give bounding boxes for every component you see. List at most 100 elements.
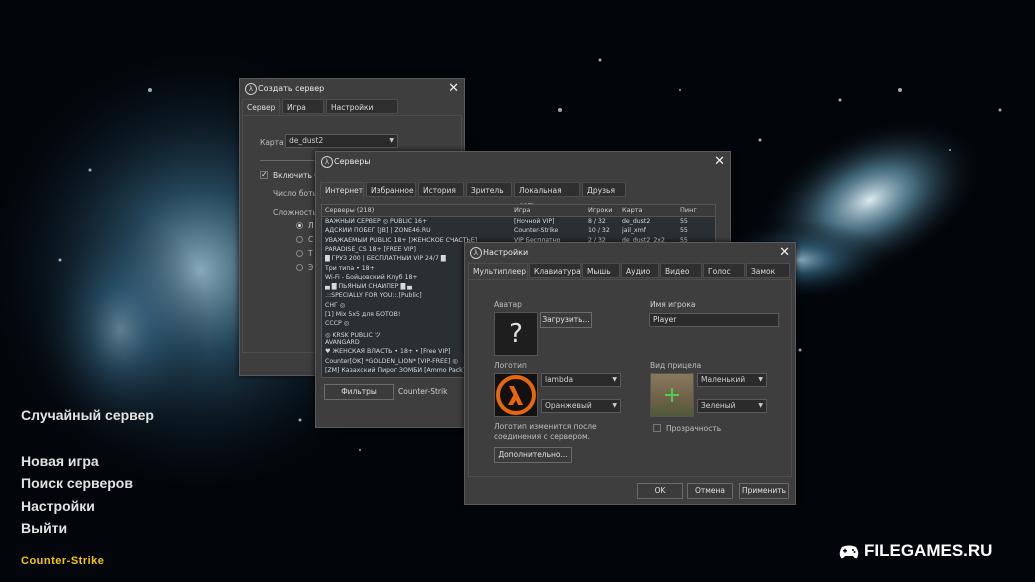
server-row[interactable]: ВАЖНЫЙ СЕРВЕР ◎ PUBLIC 16+ [Ночной VIP] 8 … [322,218,715,227]
menu-settings[interactable]: Настройки [21,498,95,514]
servers-titlebar[interactable]: λ Серверы ✕ [316,152,730,172]
settings-titlebar[interactable]: λ Настройки ✕ [465,243,795,263]
chevron-down-icon: ▼ [612,376,617,383]
difficulty-radio-expert[interactable] [296,264,303,271]
logo-color-value: Оранжевый [545,401,592,410]
col-game[interactable]: Игра [514,206,530,214]
settings-title: Настройки [483,248,529,257]
bot-count-label: Число боты [273,189,319,198]
map-label: Карта [260,138,284,147]
server-cell-name: АДСКИЙ ПОБЕГ [JB] | ZONE46.RU [325,227,431,235]
menu-new-game[interactable]: Новая игра [21,453,99,469]
difficulty-radio-normal[interactable] [296,236,303,243]
menu-find-servers[interactable]: Поиск серверов [21,475,133,491]
chevron-down-icon: ▼ [758,376,763,383]
server-cell-ping: 55 [680,227,688,235]
server-cell-players: 8 / 32 [588,218,606,225]
tab-lock[interactable]: Замок [746,263,790,278]
col-ping[interactable]: Пинг [680,206,697,214]
difficulty-radio-easy[interactable] [296,222,303,229]
crosshair-color-select[interactable]: Зеленый ▼ [697,399,767,413]
col-map[interactable]: Карта [622,206,643,214]
server-cell-players: 10 / 32 [588,227,610,235]
steam-logo-icon: λ [321,156,333,168]
logo-note: Логотип изменится после соединения с сер… [494,422,597,441]
server-cell-map: jail_xmf [622,227,646,235]
difficulty-option-expert: Э [308,263,314,272]
divider [260,160,320,161]
settings-window: λ Настройки ✕ Мультиплеер Клавиатура Мыш… [464,242,796,505]
difficulty-option-easy: Л [308,221,314,230]
tab-audio[interactable]: Аудио [621,263,659,278]
tab-multiplayer[interactable]: Мультиплеер [468,263,528,280]
tab-game[interactable]: Игра [282,99,324,114]
steam-logo-icon: λ [245,83,257,95]
difficulty-option-normal: С [308,235,314,244]
tab-video[interactable]: Видео [660,263,702,278]
menu-random-server[interactable]: Случайный сервер [21,407,154,423]
tab-friends[interactable]: Друзья [582,182,626,197]
filters-button[interactable]: Фильтры [324,384,394,400]
create-server-title: Создать сервер [258,84,325,93]
close-icon[interactable]: ✕ [714,154,725,169]
servers-title: Серверы [334,157,371,166]
tab-favorites[interactable]: Избранное [366,182,416,197]
tab-spectate[interactable]: Зритель [466,182,512,197]
steam-logo-icon: λ [470,247,482,259]
col-servers[interactable]: Серверы (218) [325,206,374,214]
logo-label: Логотип [494,361,527,370]
menu-quit[interactable]: Выйти [21,520,67,536]
server-cell-ping: 55 [680,218,688,225]
server-cell-game: [Ночной VIP] [514,218,555,225]
tab-keyboard[interactable]: Клавиатура [529,263,581,278]
tab-bot-settings[interactable]: Настройки ботов [326,99,398,127]
tab-history[interactable]: История [418,182,464,197]
tab-internet[interactable]: Интернет [320,182,364,199]
cancel-button[interactable]: Отмена [687,483,733,499]
logo-select[interactable]: lambda ▼ [541,373,621,387]
player-name-input[interactable]: Player [649,313,779,327]
crosshair-size-select[interactable]: Маленький ▼ [697,373,767,387]
tab-voice[interactable]: Голос [703,263,745,278]
half-life-logo-icon [494,373,538,417]
transparency-label: Прозрачность [666,424,722,433]
ok-button[interactable]: OK [637,483,683,499]
server-cell-game: Counter-Strike [514,227,559,235]
close-icon[interactable]: ✕ [448,81,459,96]
server-row[interactable]: АДСКИЙ ПОБЕГ [JB] | ZONE46.RU Counter-Str… [322,227,715,236]
multiplayer-panel: Аватар ? Загрузить... Имя игрока Player … [468,279,792,477]
server-cell-map: de_dust2 [622,218,651,225]
counter-strike-logo: Counter-Strike [21,555,105,567]
apply-button[interactable]: Применить [739,483,789,499]
crosshair-size-value: Маленький [701,375,746,384]
server-list-header: Серверы (218) Игра Игроки Карта Пинг [322,205,715,217]
difficulty-label: Сложность [273,208,317,217]
chevron-down-icon: ▼ [612,402,617,409]
enable-bots-label: Включить б [273,171,319,180]
avatar-placeholder: ? [509,319,523,349]
chevron-down-icon: ▼ [758,402,763,409]
filter-game-label: Counter-Strik [398,387,448,396]
tab-mouse[interactable]: Мышь [582,263,620,278]
server-cell-name: ВАЖНЫЙ СЕРВЕР ◎ PUBLIC 16+ [325,218,428,225]
difficulty-radio-hard[interactable] [296,250,303,257]
avatar[interactable]: ? [494,312,538,356]
map-select[interactable]: de_dust2 ▼ [285,134,398,148]
crosshair-label: Вид прицела [650,361,702,370]
player-name-value: Player [653,315,677,324]
crosshair-preview [650,373,694,417]
watermark-text: FILEGAMES.RU [864,541,993,560]
col-players[interactable]: Игроки [588,206,613,214]
close-icon[interactable]: ✕ [779,245,790,260]
tab-lan[interactable]: Локальная сеть [514,182,580,210]
logo-color-select[interactable]: Оранжевый ▼ [541,399,621,413]
enable-bots-checkbox[interactable]: ✓ [260,171,268,179]
upload-button[interactable]: Загрузить... [540,312,592,328]
advanced-button[interactable]: Дополнительно... [494,447,572,463]
avatar-label: Аватар [494,300,522,309]
map-value: de_dust2 [289,136,324,145]
difficulty-option-hard: Т [308,249,313,258]
tab-server[interactable]: Сервер [242,99,280,116]
transparency-checkbox[interactable] [653,424,661,432]
create-server-titlebar[interactable]: λ Создать сервер ✕ [240,79,464,99]
